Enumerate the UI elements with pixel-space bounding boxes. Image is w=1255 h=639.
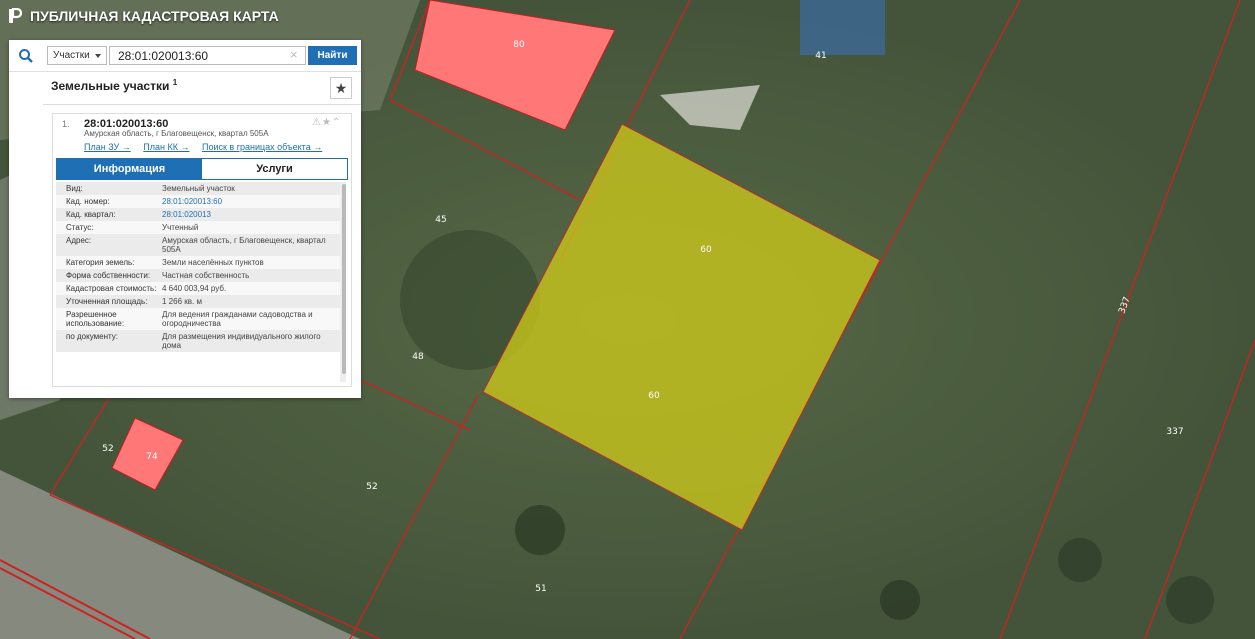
result-actions: ⚠★⌃ (312, 117, 341, 128)
search-in-bounds-link[interactable]: Поиск в границах объекта → (202, 142, 322, 152)
clear-icon[interactable]: × (290, 48, 298, 62)
info-key: Кадастровая стоимость: (66, 284, 157, 293)
info-value: 1 266 кв. м (162, 297, 202, 306)
tab-services[interactable]: Услуги (202, 159, 347, 179)
parcel-label: 60 (648, 391, 660, 401)
chevron-down-icon (95, 54, 101, 58)
info-value: Для размещения индивидуального жилого до… (162, 332, 321, 350)
info-value[interactable]: 28:01:020013 (162, 210, 341, 219)
parcel-label: 80 (513, 40, 525, 50)
parcel-label: 74 (146, 452, 158, 462)
parcel-label: 45 (435, 215, 446, 225)
info-value: Земли населённых пунктов (162, 258, 264, 267)
info-key: Кад. квартал: (66, 210, 116, 219)
result-links: План ЗУ → План КК → Поиск в границах объ… (84, 142, 332, 152)
parcel-label: 60 (700, 245, 712, 255)
info-key: Статус: (66, 223, 94, 232)
warning-icon[interactable]: ⚠ (312, 117, 322, 128)
parcel-label: 52 (102, 444, 113, 454)
results-title: Земельные участки 1 (51, 78, 177, 93)
info-value: 4 640 003,94 руб. (162, 284, 227, 293)
info-row: Кадастровая стоимость: 4 640 003,94 руб. (56, 282, 341, 295)
parcel-label: 41 (815, 51, 826, 61)
result-index: 1. (62, 119, 70, 129)
info-row: Вид: Земельный участок (56, 182, 341, 195)
app-title: ПУБЛИЧНАЯ КАДАСТРОВАЯ КАРТА (30, 8, 279, 24)
tab-info[interactable]: Информация (57, 159, 202, 179)
search-panel: Участки × Найти Земельные участки 1 ★ 1.… (9, 40, 361, 398)
plan-kk-link[interactable]: План КК → (143, 142, 189, 152)
info-value: Для ведения гражданами садоводства и ого… (162, 310, 313, 328)
info-key: Кад. номер: (66, 197, 110, 206)
bookmark-button[interactable]: ★ (330, 77, 352, 99)
plan-zu-link[interactable]: План ЗУ → (84, 142, 131, 152)
search-input[interactable] (109, 46, 306, 65)
find-button[interactable]: Найти (308, 46, 357, 65)
result-card[interactable]: 1. 28:01:020013:60 Амурская область, г Б… (52, 113, 352, 387)
result-tabs: Информация Услуги (56, 158, 348, 180)
info-row: Адрес: Амурская область, г Благовещенск, … (56, 234, 341, 256)
search-bar: Участки × Найти (9, 40, 361, 72)
logo-icon (9, 8, 22, 23)
info-row: Кад. квартал: 28:01:020013 (56, 208, 341, 221)
info-key: Категория земель: (66, 258, 135, 267)
info-key: Адрес: (66, 236, 92, 245)
chevron-up-icon[interactable]: ⌃ (332, 117, 341, 128)
blue-roof (800, 0, 885, 55)
scrollbar-thumb[interactable] (342, 184, 346, 374)
info-row: Кад. номер: 28:01:020013:60 (56, 195, 341, 208)
app-header: ПУБЛИЧНАЯ КАДАСТРОВАЯ КАРТА (8, 8, 279, 24)
parcel-label: 52 (366, 482, 377, 492)
tree (1058, 538, 1102, 582)
info-value: Частная собственность (162, 271, 250, 280)
info-key: по документу: (66, 332, 118, 341)
info-value: Земельный участок (162, 184, 235, 193)
star-icon: ★ (334, 80, 348, 96)
info-row: по документу: Для размещения индивидуальн… (56, 330, 341, 352)
info-value: Амурская область, г Благовещенск, кварта… (162, 236, 326, 254)
parcel-label: 48 (412, 352, 424, 362)
parcel-label: 51 (535, 584, 546, 594)
info-value[interactable]: 28:01:020013:60 (162, 197, 341, 206)
info-row: Форма собственности: Частная собственност… (56, 269, 341, 282)
info-value: Учтенный (162, 223, 199, 232)
info-key: Уточненная площадь: (66, 297, 148, 306)
info-row: Уточненная площадь: 1 266 кв. м (56, 295, 341, 308)
results-title-text: Земельные участки (51, 79, 170, 93)
info-row: Разрешенное использование: Для ведения гр… (56, 308, 341, 330)
results-count: 1 (172, 78, 178, 87)
info-key: Форма собственности: (66, 271, 151, 280)
search-type-select[interactable]: Участки (47, 46, 107, 65)
info-row: Категория земель: Земли населённых пункто… (56, 256, 341, 269)
divider (43, 104, 361, 105)
search-icon[interactable] (18, 48, 34, 64)
tree (880, 580, 920, 620)
parcel-label: 337 (1166, 427, 1183, 437)
info-key: Разрешенное использование: (66, 310, 125, 328)
result-address: Амурская область, г Благовещенск, кварта… (84, 129, 269, 138)
tree (1166, 576, 1214, 624)
tree (515, 505, 565, 555)
info-table: Вид: Земельный участок Кад. номер: 28:01:02… (56, 182, 341, 384)
info-key: Вид: (66, 184, 83, 193)
star-icon[interactable]: ★ (322, 117, 332, 128)
search-type-label: Участки (53, 50, 90, 61)
info-row: Статус: Учтенный (56, 221, 341, 234)
